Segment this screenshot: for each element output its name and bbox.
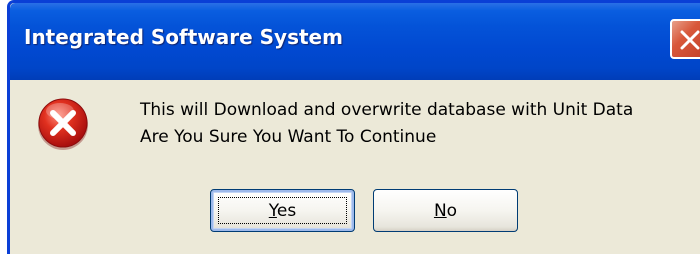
message-line-2: Are You Sure You Want To Continue (140, 127, 437, 147)
dialog-window: Integrated Software System This will Dow… (7, 0, 700, 254)
message-text: This will Download and overwrite databas… (140, 97, 633, 151)
message-line-1: This will Download and overwrite databas… (140, 100, 634, 120)
yes-label-rest: es (276, 200, 297, 221)
yes-mnemonic: Y (268, 200, 277, 221)
no-label-rest: o (446, 200, 458, 221)
no-mnemonic: N (433, 200, 447, 221)
window-title: Integrated Software System (24, 25, 343, 49)
close-button[interactable] (670, 19, 700, 59)
no-button-label: No (434, 201, 457, 221)
close-icon (680, 30, 700, 50)
error-icon (38, 98, 88, 150)
no-button[interactable]: No (373, 189, 518, 232)
yes-button[interactable]: Yes (210, 189, 355, 232)
dialog-content: This will Download and overwrite databas… (10, 80, 700, 254)
yes-button-label: Yes (269, 201, 296, 221)
title-bar[interactable]: Integrated Software System (10, 3, 700, 80)
